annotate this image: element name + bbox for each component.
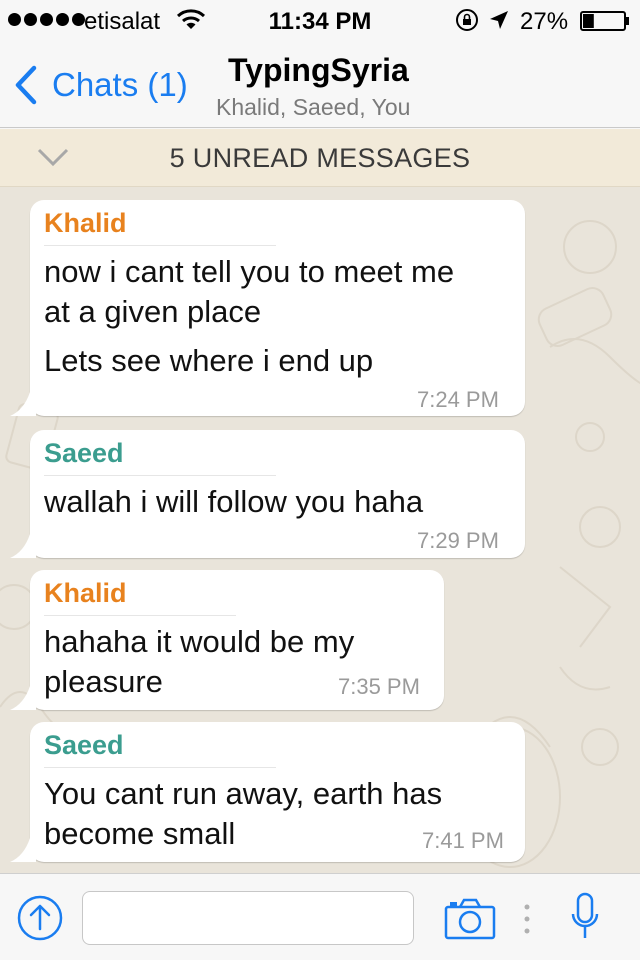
message-input[interactable]: [82, 891, 414, 945]
back-label: Chats (1): [52, 66, 188, 103]
compose-bar: [0, 873, 640, 960]
message-sender[interactable]: Saeed: [44, 730, 124, 761]
message-text: You cant run away, earth has: [44, 776, 443, 811]
rotation-lock-icon: [456, 9, 478, 31]
message-bubble[interactable]: Saeed wallah i will follow you haha 7:29…: [10, 430, 525, 558]
group-title[interactable]: TypingSyria: [228, 52, 409, 89]
message-text: Lets see where i end up: [44, 343, 374, 378]
message-text: now i cant tell you to meet me: [44, 254, 455, 289]
message-text: pleasure: [44, 664, 163, 699]
bubble-tail: [10, 838, 36, 862]
message-text: at a given place: [44, 294, 262, 329]
message-sender[interactable]: Khalid: [44, 208, 127, 239]
bubble-tail: [10, 392, 36, 416]
back-chevron-icon: [15, 65, 37, 105]
message-sender[interactable]: Saeed: [44, 438, 124, 469]
message-timestamp: 7:41 PM: [422, 828, 504, 853]
share-upload-icon[interactable]: [17, 895, 63, 941]
group-members[interactable]: Khalid, Saeed, You: [216, 94, 410, 121]
unread-messages-banner: 5 UNREAD MESSAGES: [0, 129, 640, 187]
message-timestamp: 7:24 PM: [417, 387, 499, 412]
message-bubble[interactable]: Khalid hahaha it would be my pleasure 7:…: [10, 570, 444, 710]
navigation-bar: Chats (1) TypingSyria Khalid, Saeed, You: [0, 40, 640, 128]
sender-divider: [44, 767, 276, 768]
location-arrow-icon: [490, 11, 508, 29]
bubble-tail: [10, 686, 36, 710]
message-text: become small: [44, 816, 236, 851]
message-text: wallah i will follow you haha: [44, 484, 424, 519]
message-bubble[interactable]: Saeed You cant run away, earth has becom…: [10, 722, 525, 862]
battery-icon: [580, 11, 629, 31]
message-list[interactable]: Khalid now i cant tell you to meet me at…: [0, 187, 640, 873]
message-sender[interactable]: Khalid: [44, 578, 127, 609]
more-dots-icon: [524, 904, 530, 934]
message-timestamp: 7:29 PM: [417, 528, 499, 553]
sender-divider: [44, 475, 276, 476]
sender-divider: [44, 245, 276, 246]
status-bar: etisalat 11:34 PM 27%: [0, 0, 640, 40]
message-timestamp: 7:35 PM: [338, 674, 420, 699]
message-text: hahaha it would be my: [44, 624, 355, 659]
microphone-icon[interactable]: [570, 892, 600, 942]
message-bubble[interactable]: Khalid now i cant tell you to meet me at…: [10, 200, 525, 416]
sender-divider: [44, 615, 236, 616]
bubble-tail: [10, 534, 36, 558]
camera-icon[interactable]: [444, 898, 496, 940]
unread-count-label: 5 UNREAD MESSAGES: [169, 143, 471, 173]
battery-percent: 27%: [520, 8, 569, 35]
back-to-chats-button[interactable]: Chats (1): [14, 62, 188, 108]
